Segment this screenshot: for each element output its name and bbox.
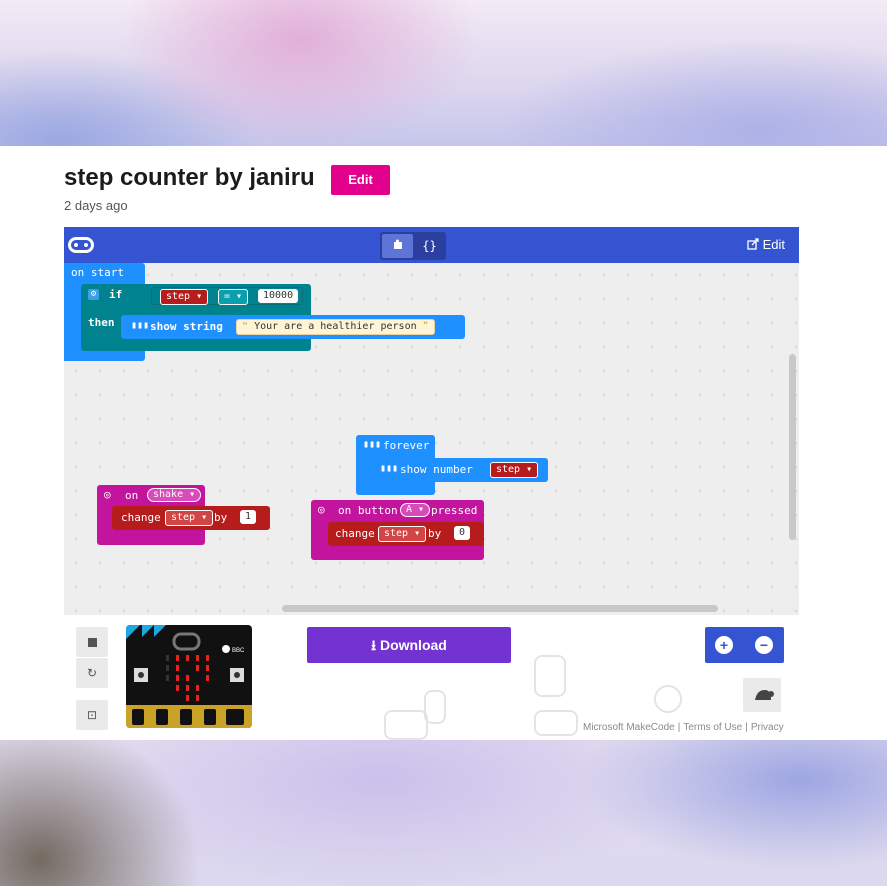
target-icon: ◎ — [318, 503, 325, 516]
amount-value[interactable]: 1 — [240, 510, 257, 524]
background-bottom — [0, 740, 887, 886]
pressed-label: pressed — [431, 504, 478, 517]
show-number-label: show number — [400, 463, 473, 476]
editor-toolbar: {} Edit — [64, 227, 799, 263]
target-icon: ◎ — [104, 488, 111, 501]
gear-icon: ⚙ — [88, 289, 99, 300]
led-grid-icon: ▮▮▮ — [380, 463, 399, 474]
on-button-label: on button — [338, 504, 398, 517]
footer-links: Microsoft MakeCode | Terms of Use | Privacy — [580, 722, 787, 733]
decor-shape — [384, 710, 428, 740]
svg-text:BBC: BBC — [232, 648, 245, 654]
on-start-label: on start — [71, 266, 124, 279]
change-label: change — [121, 511, 161, 524]
operator-dropdown[interactable]: = ▾ — [218, 289, 249, 305]
editor-view-toggle: {} — [380, 232, 446, 260]
amount-value[interactable]: 0 — [454, 526, 471, 540]
step-variable[interactable]: step ▾ — [165, 510, 214, 526]
stop-icon — [87, 638, 97, 648]
gesture-dropdown[interactable]: shake ▾ — [147, 488, 202, 502]
restart-icon: ↻ — [86, 666, 98, 680]
page-title: step counter by janiru — [64, 164, 315, 191]
screenshot-icon: ⊡ — [86, 708, 98, 722]
horizontal-scrollbar[interactable] — [282, 605, 718, 612]
terms-link[interactable]: Terms of Use — [680, 722, 745, 733]
button-dropdown[interactable]: A ▾ — [400, 503, 431, 517]
puzzle-piece-icon — [392, 239, 404, 253]
microbit-simulator[interactable]: BBC — [126, 625, 252, 728]
download-button[interactable]: ⭳ Download — [307, 627, 511, 663]
blocks-view-button[interactable] — [382, 234, 413, 258]
decor-shape — [424, 690, 446, 724]
by-label: by — [428, 527, 442, 540]
compare-block[interactable]: step ▾ = ▾ 10000 — [151, 287, 303, 305]
page-subtitle: 2 days ago — [64, 198, 128, 213]
edit-button[interactable]: Edit — [331, 165, 390, 195]
zoom-out-button[interactable]: − — [755, 636, 773, 654]
external-edit-icon — [747, 237, 763, 252]
change-step-block[interactable]: change step ▾ by 1 — [112, 506, 270, 530]
step-variable[interactable]: step ▾ — [160, 289, 209, 305]
microbit-logo-icon[interactable] — [68, 237, 94, 253]
stop-simulator-button[interactable] — [76, 627, 108, 657]
turtle-icon — [743, 690, 781, 716]
toolbar-edit-label: Edit — [762, 237, 785, 252]
led-grid-icon: ▮▮▮ — [363, 439, 382, 450]
decor-shape — [534, 710, 578, 736]
step-variable[interactable]: step ▾ — [378, 526, 427, 542]
zoom-in-button[interactable]: + — [715, 636, 733, 654]
download-label: Download — [379, 637, 447, 653]
string-value[interactable]: ❝ Your are a healthier person ❞ — [236, 319, 435, 335]
led-grid-icon: ▮▮▮ — [131, 320, 150, 331]
privacy-link[interactable]: Privacy — [748, 722, 787, 733]
screenshot-button[interactable]: ⊡ — [76, 700, 108, 730]
then-label: then — [88, 316, 115, 329]
by-label: by — [214, 511, 228, 524]
change-step-block[interactable]: change step ▾ by 0 — [328, 522, 484, 546]
decor-shape — [654, 685, 682, 713]
number-value[interactable]: 10000 — [258, 289, 299, 303]
vertical-scrollbar[interactable] — [789, 354, 796, 540]
minus-icon: − — [759, 637, 769, 653]
makecode-link[interactable]: Microsoft MakeCode — [580, 722, 678, 733]
show-string-label: show string — [150, 320, 223, 333]
zoom-controls: + − — [705, 627, 784, 663]
change-label: change — [335, 527, 375, 540]
step-variable[interactable]: step ▾ — [490, 462, 539, 478]
show-string-block[interactable]: ▮▮▮ show string ❝ Your are a healthier p… — [121, 315, 465, 339]
javascript-view-button[interactable]: {} — [414, 234, 445, 258]
blocks-workspace[interactable]: on start ⚙ if then step ▾ = ▾ 10000 ▮▮▮ … — [64, 263, 799, 615]
on-label: on — [125, 489, 139, 502]
plus-icon: + — [719, 637, 729, 653]
decor-shape — [534, 655, 566, 697]
show-number-block[interactable]: ▮▮▮ show number step ▾ — [372, 458, 548, 482]
download-icon: ⭳ — [371, 637, 377, 653]
toolbar-edit-button[interactable]: Edit — [747, 237, 785, 252]
forever-label: forever — [383, 439, 430, 452]
background-top — [0, 0, 887, 146]
slow-motion-button[interactable] — [743, 678, 781, 712]
if-label: if — [109, 288, 123, 301]
restart-simulator-button[interactable]: ↻ — [76, 658, 108, 688]
